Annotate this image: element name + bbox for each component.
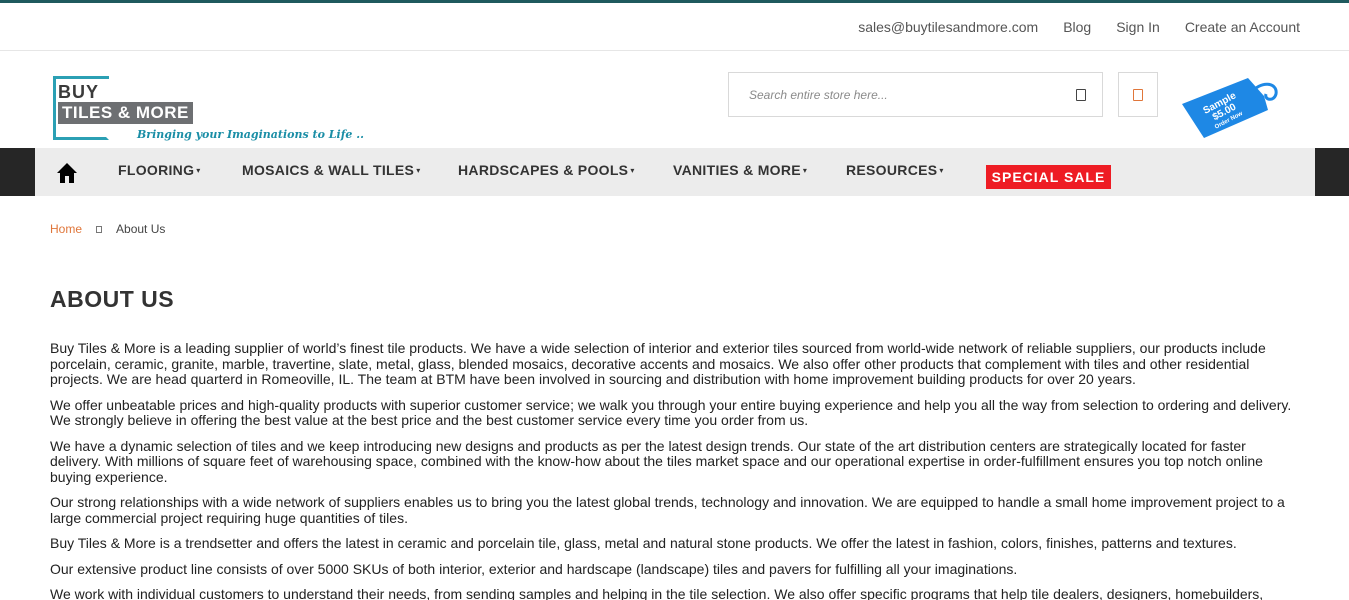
- sample-order-tag[interactable]: Sample $5.00 Order Now: [1180, 76, 1280, 142]
- nav-label: HARDSCAPES & POOLS: [458, 162, 629, 178]
- header-links: sales@buytilesandmore.com Blog Sign In C…: [858, 19, 1300, 35]
- blog-link[interactable]: Blog: [1063, 19, 1091, 35]
- nav-item-resources[interactable]: RESOURCES ▾: [846, 162, 944, 178]
- breadcrumb-home-link[interactable]: Home: [50, 222, 82, 236]
- about-content: Buy Tiles & More is a leading supplier o…: [50, 340, 1300, 600]
- chevron-down-icon: ▾: [630, 166, 635, 175]
- logo-tiles-text: TILES & MORE: [58, 102, 193, 124]
- chevron-down-icon: ▾: [802, 166, 808, 175]
- chevron-down-icon: ▾: [416, 166, 421, 175]
- nav-label: RESOURCES: [846, 162, 938, 178]
- email-link[interactable]: sales@buytilesandmore.com: [858, 19, 1038, 35]
- logo-tagline: Bringing your Imaginations to Life ..: [137, 128, 364, 141]
- search-icon[interactable]: [1076, 89, 1086, 101]
- main-navigation: FLOORING ▾ MOSAICS & WALL TILES ▾ HARDSCAP…: [0, 148, 1349, 196]
- nav-label: FLOORING: [118, 162, 195, 178]
- about-paragraph: Buy Tiles & More is a leading supplier o…: [50, 340, 1266, 387]
- chevron-down-icon: ▾: [196, 166, 201, 175]
- nav-item-vanities-more[interactable]: VANITIES & MORE ▾: [673, 162, 807, 178]
- create-account-link[interactable]: Create an Account: [1185, 19, 1300, 35]
- nav-label: VANITIES & MORE: [673, 162, 801, 178]
- about-paragraph: We offer unbeatable prices and high-qual…: [50, 396, 1292, 428]
- chevron-down-icon: ▾: [939, 166, 944, 175]
- nav-edge-right: [1315, 148, 1349, 196]
- special-sale-button[interactable]: SPECIAL SALE: [986, 165, 1111, 189]
- nav-item-mosaics-wall-tiles[interactable]: MOSAICS & WALL TILES ▾: [242, 162, 421, 178]
- about-paragraph: Our extensive product line consists of o…: [50, 560, 1018, 577]
- search-box: [728, 72, 1103, 117]
- sign-in-link[interactable]: Sign In: [1116, 19, 1160, 35]
- home-icon[interactable]: [56, 162, 78, 184]
- nav-item-hardscapes-pools[interactable]: HARDSCAPES & POOLS ▾: [458, 162, 635, 178]
- nav-item-flooring[interactable]: FLOORING ▾: [118, 162, 201, 178]
- top-links-bar: sales@buytilesandmore.com Blog Sign In C…: [0, 3, 1349, 51]
- about-paragraph: Our strong relationships with a wide net…: [50, 494, 1285, 526]
- breadcrumb: Home About Us: [50, 222, 165, 236]
- breadcrumb-separator-icon: [96, 225, 103, 233]
- about-paragraph: We have a dynamic selection of tiles and…: [50, 437, 1263, 485]
- logo-buy-text: BUY: [58, 82, 100, 102]
- nav-edge-left: [0, 148, 35, 196]
- site-logo[interactable]: BUY TILES & MORE Bringing your Imaginati…: [52, 74, 364, 144]
- search-input[interactable]: [749, 85, 1069, 105]
- nav-label: MOSAICS & WALL TILES: [242, 162, 415, 178]
- breadcrumb-current: About Us: [116, 222, 166, 236]
- about-paragraph: Buy Tiles & More is a trendsetter and of…: [50, 535, 1237, 551]
- page-title: ABOUT US: [50, 286, 175, 312]
- about-paragraph: We work with individual customers to und…: [50, 586, 1264, 600]
- cart-icon: [1133, 89, 1143, 101]
- cart-button[interactable]: [1118, 72, 1158, 117]
